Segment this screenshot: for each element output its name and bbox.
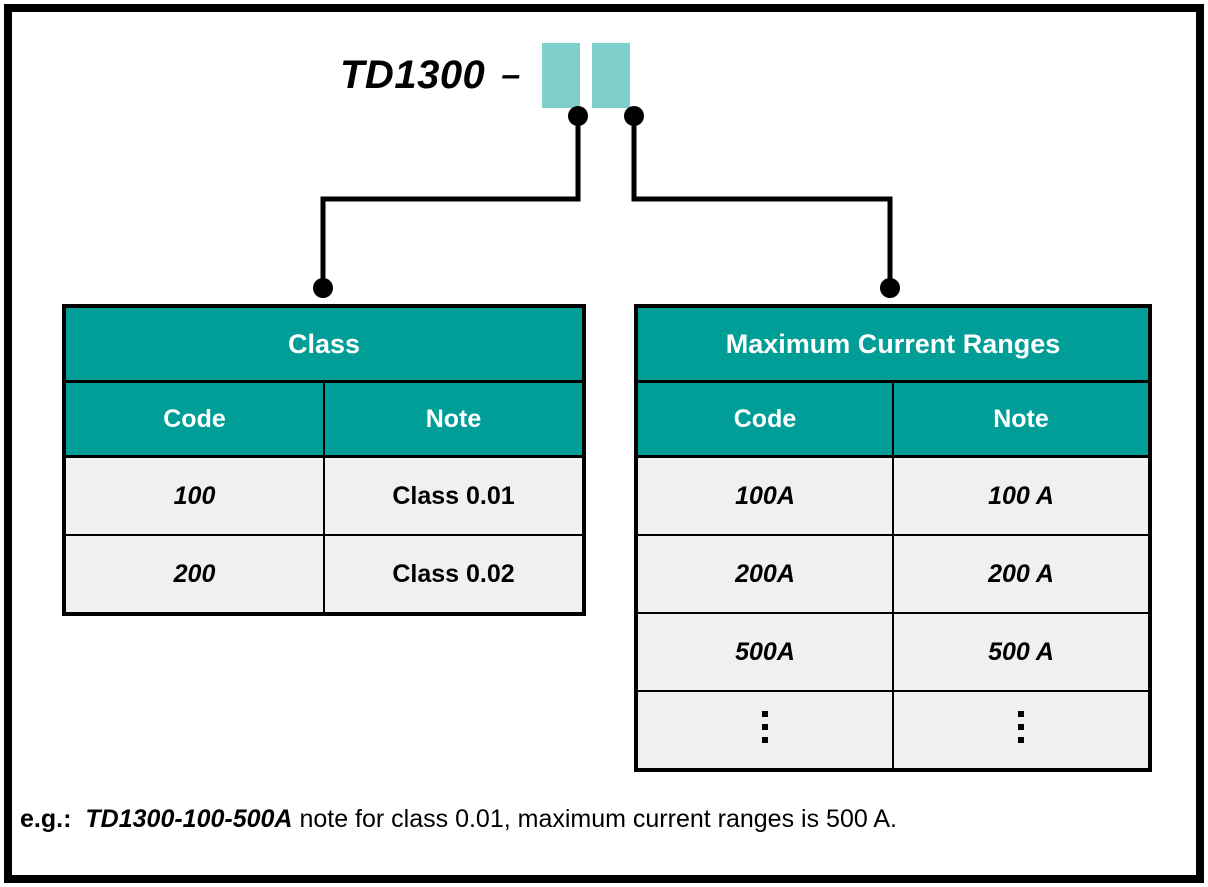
model-number-header: TD1300 – bbox=[340, 40, 631, 110]
current-ranges-header-code: Code bbox=[638, 381, 894, 458]
table-header-row: Code Note bbox=[66, 381, 582, 458]
table-row: 100A 100 A bbox=[638, 456, 1148, 535]
table-row: 200A 200 A bbox=[638, 534, 1148, 613]
current-ranges-table-title: Maximum Current Ranges bbox=[638, 308, 1148, 383]
current-ranges-row-2-code: 500A bbox=[638, 612, 894, 691]
class-table-header-note: Note bbox=[324, 381, 582, 458]
current-ranges-header-note: Note bbox=[893, 381, 1148, 458]
class-table: Class Code Note 100 Class 0.01 200 Class… bbox=[62, 304, 586, 616]
class-row-0-note: Class 0.01 bbox=[324, 456, 582, 535]
class-row-1-note: Class 0.02 bbox=[324, 534, 582, 612]
caption-example-code: TD1300-100-500A bbox=[85, 805, 293, 833]
current-ranges-row-2-note: 500 A bbox=[893, 612, 1148, 691]
current-ranges-row-1-code: 200A bbox=[638, 534, 894, 613]
table-row: 100 Class 0.01 bbox=[66, 456, 582, 535]
class-code-slot[interactable] bbox=[542, 42, 581, 108]
current-range-code-slot[interactable] bbox=[592, 42, 631, 108]
current-ranges-table: Maximum Current Ranges Code Note 100A 10… bbox=[634, 304, 1152, 772]
model-name-label: TD1300 bbox=[340, 53, 486, 97]
class-row-1-code: 200 bbox=[66, 534, 325, 612]
diagram-page: TD1300 – Class Code Note 100 Class 0.01 … bbox=[0, 0, 1208, 887]
table-title-row: Maximum Current Ranges bbox=[638, 308, 1148, 383]
table-title-row: Class bbox=[66, 308, 582, 383]
class-row-0-code: 100 bbox=[66, 456, 325, 535]
current-ranges-row-0-code: 100A bbox=[638, 456, 894, 535]
class-table-header-code: Code bbox=[66, 381, 325, 458]
example-caption: e.g.: TD1300-100-500A note for class 0.01… bbox=[20, 805, 1190, 834]
vertical-ellipsis-icon bbox=[1018, 710, 1024, 743]
table-row: 200 Class 0.02 bbox=[66, 534, 582, 612]
current-ranges-row-0-note: 100 A bbox=[893, 456, 1148, 535]
table-row: 500A 500 A bbox=[638, 612, 1148, 691]
class-table-title: Class bbox=[66, 308, 582, 383]
current-ranges-row-3-code bbox=[638, 690, 894, 768]
vertical-ellipsis-icon bbox=[762, 710, 768, 743]
table-header-row: Code Note bbox=[638, 381, 1148, 458]
model-separator-dash: – bbox=[501, 56, 521, 94]
table-row bbox=[638, 690, 1148, 768]
current-ranges-row-1-note: 200 A bbox=[893, 534, 1148, 613]
current-ranges-row-3-note bbox=[893, 690, 1148, 768]
caption-text: note for class 0.01, maximum current ran… bbox=[299, 805, 897, 833]
caption-prefix: e.g.: bbox=[20, 805, 72, 833]
